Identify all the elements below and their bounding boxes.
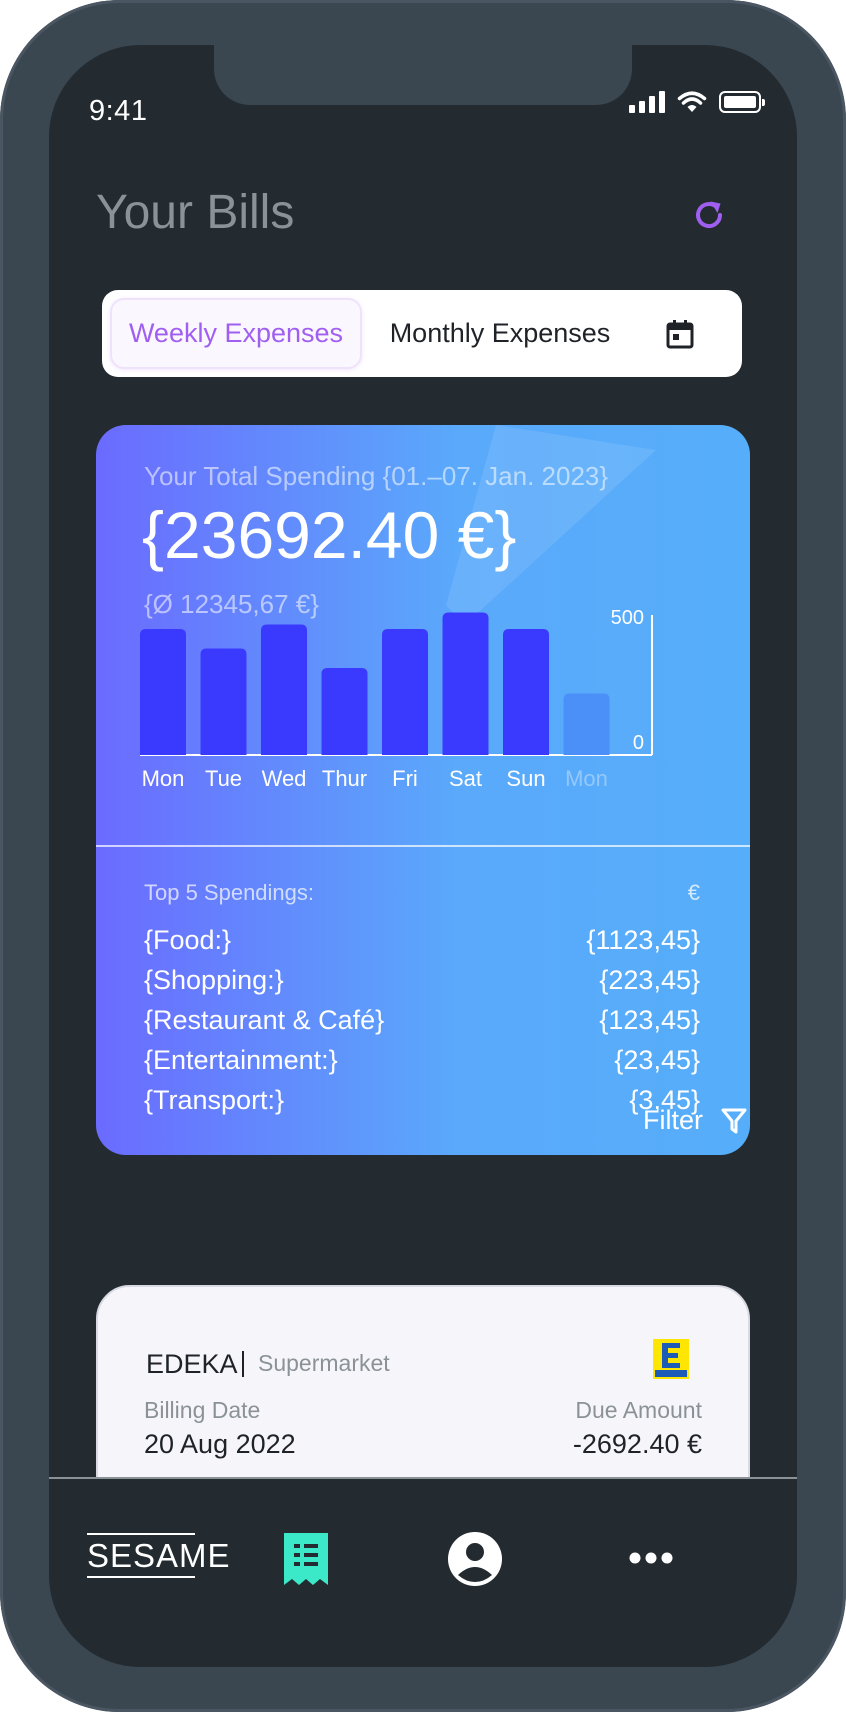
billing-date: 20 Aug 2022 [144,1429,296,1459]
due-amount-label: Due Amount [575,1397,702,1423]
x-tick-label: Wed [262,766,307,791]
spending-amount: {123,45} [599,1005,700,1035]
x-tick-label: Thur [322,766,367,791]
wifi-icon [677,91,707,112]
filter-button[interactable]: Filter [643,1105,747,1136]
spending-amount: {1123,45} [586,925,700,955]
spending-amount: {223,45} [599,965,700,995]
x-tick-label: Fri [392,766,418,791]
nav-brand-sesame[interactable]: SESAME [87,1533,231,1578]
card-divider [96,845,750,847]
spending-category: {Shopping:} [144,965,284,995]
chart-bar [442,612,489,755]
top-spendings-list: {Food:} {1123,45} {Shopping:} {223,45} {… [144,925,700,1125]
x-tick-label: Tue [205,766,242,791]
list-item: {Transport:} {3,45} [144,1085,700,1125]
spending-amount: {23,45} [614,1045,700,1075]
app-screen: 9:41 Your Bills Weekly Expenses Monthly … [49,45,797,1667]
page-title: Your Bills [96,186,295,239]
spending-category: {Food:} [144,925,232,955]
expense-period-toggle: Weekly Expenses Monthly Expenses [102,290,742,377]
chart-bar [321,668,368,755]
bill-divider [242,1351,244,1377]
list-item: {Restaurant & Café} {123,45} [144,1005,700,1045]
list-item: {Food:} {1123,45} [144,925,700,965]
status-icons [629,91,765,113]
spending-category: {Transport:} [144,1085,285,1115]
more-icon [629,1552,673,1564]
x-tick-label: Mon [142,766,185,791]
due-amount: -2692.40 € [572,1429,702,1459]
y-tick-label: 500 [611,607,644,629]
bill-category: Supermarket [258,1350,390,1376]
tab-weekly-expenses[interactable]: Weekly Expenses [110,298,362,369]
billing-date-label: Billing Date [144,1397,261,1423]
edeka-logo [653,1339,689,1379]
list-item: {Entertainment:} {23,45} [144,1045,700,1085]
chart-bar [503,629,549,755]
bill-merchant: EDEKA [146,1349,238,1379]
spending-category: {Entertainment:} [144,1045,338,1075]
y-tick-label: 0 [633,732,644,754]
spending-card: Your Total Spending {01.–07. Jan. 2023} … [96,425,750,1155]
status-time: 9:41 [89,95,148,127]
calendar-button[interactable] [660,314,700,354]
x-tick-label: Sun [506,766,545,791]
spending-category: {Restaurant & Café} [144,1005,385,1035]
filter-label: Filter [643,1105,703,1135]
chart-bar [382,629,428,755]
calendar-icon [666,319,694,348]
chart-bar [563,693,610,755]
nav-profile[interactable] [447,1531,503,1592]
filter-icon [721,1108,747,1133]
top-spendings-currency: € [687,880,700,905]
chart-bar [261,624,307,755]
user-icon [448,1532,502,1586]
nav-more[interactable] [629,1551,673,1570]
weekly-bar-chart: 500 0 Mon Tue Wed Thur Fri Sat Sun Mon [140,607,653,791]
list-item: {Shopping:} {223,45} [144,965,700,1005]
receipt-icon [284,1533,328,1585]
refresh-icon [696,201,723,229]
tab-monthly-expenses[interactable]: Monthly Expenses [362,298,638,369]
bottom-nav: SESAME [49,1477,797,1667]
top-spendings-header: Top 5 Spendings: [144,880,315,905]
x-tick-label: Sat [449,766,482,791]
x-tick-label: Mon [565,766,608,791]
battery-icon [719,91,765,113]
notch [214,45,632,105]
refresh-button[interactable] [689,195,729,235]
chart-bar [200,648,247,755]
chart-bar [140,629,186,755]
nav-bills[interactable] [282,1531,330,1592]
signal-icon [629,91,665,113]
